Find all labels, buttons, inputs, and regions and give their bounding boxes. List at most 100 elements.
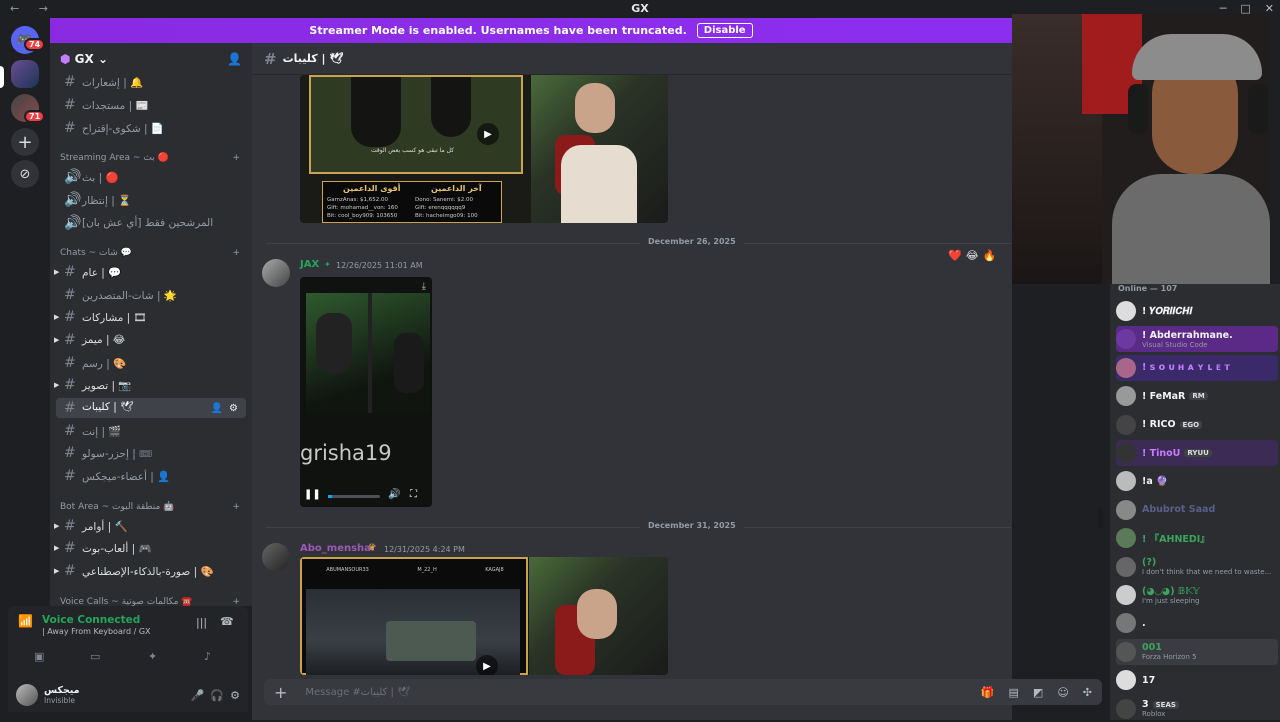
channel-announcements[interactable]: # إشعارات | 🔔 xyxy=(56,72,246,92)
invite-icon[interactable]: 👤 xyxy=(227,52,242,66)
gif-icon[interactable]: ▤ xyxy=(1009,686,1019,699)
member-item[interactable]: ! ꜱ ᴏ ᴜ ʜ ᴀ ʏ ʟ ᴇ ᴛ xyxy=(1116,354,1278,381)
member-item[interactable]: . xyxy=(1116,610,1278,636)
maximize-icon[interactable]: □ xyxy=(1240,2,1250,15)
noise-suppression-icon[interactable]: ||| xyxy=(196,616,207,629)
member-item[interactable]: !a 🔮 xyxy=(1116,468,1278,494)
mute-mic-icon[interactable]: 🎤 xyxy=(191,689,205,702)
member-item[interactable]: Abubrot Saad xyxy=(1116,497,1278,523)
voice-channel-live[interactable]: 🔊 بث | 🔴 xyxy=(56,167,246,187)
member-item[interactable]: 3 SEAS Roblox xyxy=(1116,696,1278,722)
camera-icon[interactable]: ▣ xyxy=(34,650,44,663)
video-progress-bar[interactable] xyxy=(328,495,380,498)
voice-channel-name[interactable]: | Away From Keyboard / GX xyxy=(42,627,151,636)
category-bot[interactable]: Bot Area ~ منطقة البوت 🤖 + xyxy=(60,502,240,512)
create-invite-icon[interactable]: 👤 xyxy=(211,403,223,414)
play-icon[interactable]: ▶ xyxy=(476,655,498,675)
add-channel-icon[interactable]: + xyxy=(232,597,240,606)
message-composer[interactable]: + Message #كليبات | 🕊 🎁 ▤ ◩ ☺ ✣ xyxy=(264,679,1102,705)
channel-title: كليبات | 🕊 xyxy=(282,52,344,65)
soundboard-icon[interactable]: ♪ xyxy=(204,650,211,663)
voice-status[interactable]: Voice Connected xyxy=(42,614,140,626)
gear-icon[interactable]: ⚙ xyxy=(229,403,238,414)
emoji-icon[interactable]: ☺ xyxy=(1057,686,1068,699)
activity-icon[interactable]: ✦ xyxy=(148,650,157,663)
author-name[interactable]: Abo_menshar xyxy=(300,543,376,554)
avatar xyxy=(1116,585,1136,605)
message-input[interactable]: Message #كليبات | 🕊 xyxy=(305,687,962,698)
screen-share-icon[interactable]: ▭ xyxy=(90,650,100,663)
headphones-icon[interactable]: 🎧 xyxy=(210,689,224,702)
play-icon[interactable]: ▶ xyxy=(477,123,499,145)
channel-bot-games[interactable]: ▶ # ألعاب-بوت | 🎮 xyxy=(54,538,246,558)
channel-members[interactable]: # أعضاء-ميجكس | 👤 xyxy=(56,466,246,486)
download-icon[interactable]: ⤓ xyxy=(422,281,426,292)
member-item[interactable]: (◕◡◕) 𝔹𝕂𝕐 I'm just sleeping xyxy=(1116,582,1278,608)
minimize-icon[interactable]: ─ xyxy=(1220,2,1227,15)
speaker-icon: 🔊 xyxy=(64,215,82,231)
channel-edits[interactable]: # إنت | 🎬 xyxy=(56,421,246,441)
add-channel-icon[interactable]: + xyxy=(232,153,240,163)
member-item[interactable]: ! 『AHNEDI』 xyxy=(1116,525,1278,551)
channel-general[interactable]: ▶ # عام | 💬 xyxy=(54,262,246,282)
add-channel-icon[interactable]: + xyxy=(232,248,240,258)
category-chats[interactable]: Chats ~ شات 💬 + xyxy=(60,248,240,258)
heart-reaction-icon[interactable]: ❤️ xyxy=(948,249,962,262)
server-header[interactable]: ⬢ GX ⌄ 👤 xyxy=(50,43,252,75)
member-item[interactable]: ! Abderrahmane. Visual Studio Code xyxy=(1116,326,1278,353)
channel-leaders[interactable]: # شات-المتصدرين | 🌟 xyxy=(56,285,246,305)
role-icon: ✦ xyxy=(324,260,331,269)
hash-icon: # xyxy=(64,423,76,439)
avatar[interactable] xyxy=(16,684,38,706)
apps-icon[interactable]: ✣ xyxy=(1083,686,1092,699)
channel-commands[interactable]: ▶ # أوامر | 🔨 xyxy=(54,516,246,536)
category-voice[interactable]: Voice Calls ~ مكالمات صوتية ☎️ + xyxy=(60,597,240,606)
member-item[interactable]: ! 𝒀𝑶𝑹𝑰𝑰𝑪𝑯𝑰 xyxy=(1116,298,1278,324)
gift-icon[interactable]: 🎁 xyxy=(981,686,995,699)
channel-ai-image[interactable]: ▶ # صورة-بالذكاء-الإصطناعي | 🎨 xyxy=(54,561,246,581)
author-name[interactable]: JAX xyxy=(300,259,319,270)
channel-clips[interactable]: # كليبات | 🕊 👤 ⚙ xyxy=(56,398,246,418)
channel-shares[interactable]: ▶ # مشاركات | 🎞 xyxy=(54,307,246,327)
fullscreen-icon[interactable]: ⛶ xyxy=(410,489,417,500)
channel-drawing[interactable]: # رسم | 🎨 xyxy=(56,353,246,373)
discover-icon[interactable]: ⊘ xyxy=(11,160,39,188)
channel-memes[interactable]: ▶ # ميمز | 😂 xyxy=(54,330,246,350)
user-settings-gear-icon[interactable]: ⚙ xyxy=(230,689,240,702)
channel-updates[interactable]: # مستجدات | 📰 xyxy=(56,95,246,115)
chat-scrollbar[interactable] xyxy=(1098,508,1103,528)
channel-guess-solo[interactable]: # إحزر-سولو | 🎟 xyxy=(56,443,246,463)
member-item[interactable]: 17 xyxy=(1116,667,1278,693)
member-item[interactable]: ! TinoU RYUU xyxy=(1116,440,1278,466)
close-icon[interactable]: ✕ xyxy=(1265,2,1274,15)
clip-thumbnail-1[interactable]: ▶ كل ما تبقى هو كسب بعض الوقت أقوى الداع… xyxy=(300,75,668,223)
volume-icon[interactable]: 🔊 xyxy=(388,489,400,500)
member-item[interactable]: 001 Forza Horizon 5 xyxy=(1116,638,1278,665)
video-player[interactable]: ⤓ grisha19 ❚❚ 🔊 ⛶ xyxy=(300,277,432,507)
member-item[interactable]: (?) I don't think that we need to waste..… xyxy=(1116,554,1278,580)
sticker-icon[interactable]: ◩ xyxy=(1033,686,1043,699)
add-channel-icon[interactable]: + xyxy=(232,502,240,512)
disable-button[interactable]: Disable xyxy=(696,23,753,38)
member-item[interactable]: ! FeMaR RM xyxy=(1116,383,1278,409)
clip-thumbnail-2[interactable]: ABUMANSOUR33 M_22_H KAGAJ8 ▶ xyxy=(300,557,668,675)
author-avatar[interactable] xyxy=(262,259,290,287)
author-avatar[interactable] xyxy=(262,543,290,571)
channel-suggestions[interactable]: # شكوى-إقتراح | 📄 xyxy=(56,118,246,138)
category-streaming[interactable]: Streaming Area ~ بث 🔴 + xyxy=(60,153,240,163)
add-server-icon[interactable]: + xyxy=(11,128,39,156)
voice-channel-waiting[interactable]: 🔊 إنتظار | ⏳ xyxy=(56,190,246,210)
banner-text: Streamer Mode is enabled. Usernames have… xyxy=(309,24,687,37)
fire-reaction-icon[interactable]: 🔥 xyxy=(983,249,997,262)
window-controls[interactable]: ─ □ ✕ xyxy=(1220,2,1274,15)
pause-icon[interactable]: ❚❚ xyxy=(304,489,321,500)
channel-photography[interactable]: ▶ # تصوير | 📷 xyxy=(54,375,246,395)
laugh-reaction-icon[interactable]: 😂 xyxy=(966,249,979,262)
folder-badge: 71 xyxy=(24,110,46,123)
user-info[interactable]: ميجكس Invisible xyxy=(44,685,185,705)
voice-channel-candidates[interactable]: 🔊 المرشحين فقط [أي عش بان] xyxy=(56,213,246,233)
server-icon-gx[interactable] xyxy=(11,60,39,88)
member-item[interactable]: ! RICO EGO xyxy=(1116,412,1278,438)
attach-plus-icon[interactable]: + xyxy=(274,683,287,702)
disconnect-icon[interactable]: ☎ xyxy=(220,615,234,628)
